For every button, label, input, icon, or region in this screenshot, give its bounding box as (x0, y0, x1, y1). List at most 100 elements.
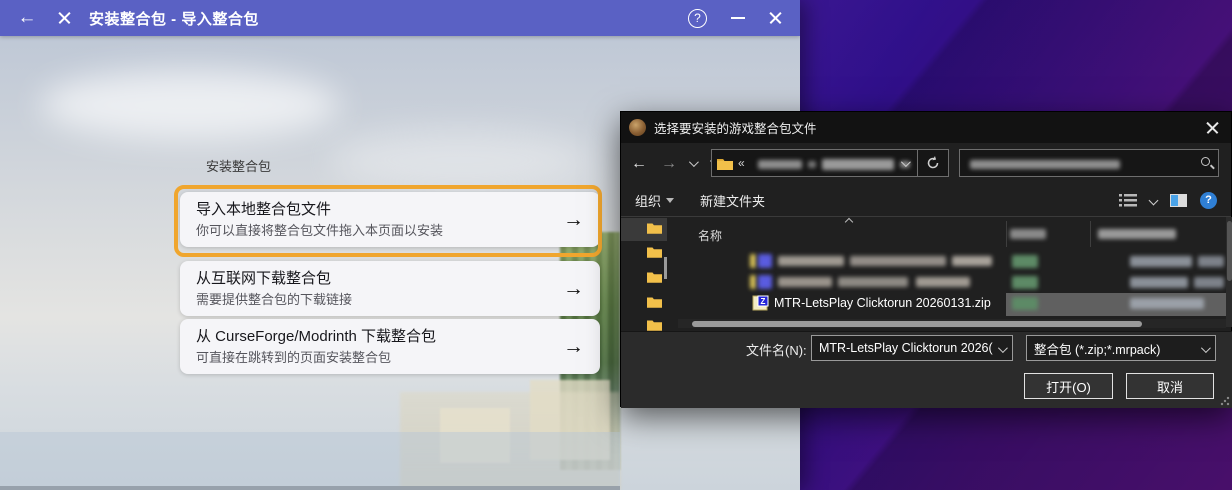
blurred-file-name (916, 277, 970, 287)
cancel-button[interactable]: 取消 (1126, 373, 1214, 399)
folder-icon[interactable] (647, 271, 662, 283)
dialog-title: 选择要安装的游戏整合包文件 (654, 118, 817, 137)
back-icon[interactable]: ← (14, 7, 40, 29)
folder-icon[interactable] (647, 319, 662, 331)
dialog-titlebar: 选择要安装的游戏整合包文件 (621, 112, 1231, 143)
blurred-file-meta (1130, 256, 1192, 267)
nav-back-icon[interactable]: ← (631, 155, 647, 173)
view-mode-chevron-icon[interactable] (1149, 195, 1159, 205)
cloud-decoration (330, 130, 590, 190)
blurred-file-icon (758, 275, 772, 289)
filetype-dropdown-chevron-icon[interactable] (1201, 343, 1211, 353)
folder-tree-sidebar[interactable] (621, 217, 678, 330)
blurred-file-meta (1012, 276, 1038, 289)
dialog-close-icon[interactable] (1205, 121, 1219, 135)
filename-value: MTR-LetsPlay Clicktorun 2026( (819, 341, 993, 355)
close-page-icon[interactable] (58, 12, 71, 25)
filetype-value: 整合包 (*.zip;*.mrpack) (1034, 339, 1160, 358)
blurred-file-name (778, 256, 844, 266)
blurred-search-text (970, 160, 1120, 169)
file-row[interactable]: zip A (678, 272, 1226, 293)
arrow-right-icon: → (563, 277, 584, 301)
blurred-path-segment (822, 159, 894, 170)
app-logo-icon (629, 119, 646, 136)
organize-button[interactable]: 组织 (635, 191, 674, 210)
blurred-file-name (838, 277, 908, 287)
nav-history-chevron-icon[interactable] (689, 157, 699, 167)
card-download-from-internet[interactable]: 从互联网下载整合包 需要提供整合包的下载链接 → (180, 261, 600, 316)
blurred-path-segment (808, 161, 816, 168)
preview-pane-icon[interactable] (1170, 194, 1187, 207)
blurred-file-meta (1012, 297, 1038, 310)
minimize-icon[interactable] (731, 17, 745, 19)
arrow-right-icon: → (563, 208, 584, 232)
filename-label: 文件名(N): (746, 340, 807, 359)
file-list-header: 名称 类型 (678, 217, 1226, 251)
organize-dropdown-icon (666, 198, 674, 203)
card-import-local-modpack[interactable]: 导入本地整合包文件 你可以直接将整合包文件拖入本页面以安装 → (180, 192, 600, 247)
zip-file-icon: Z (752, 295, 769, 311)
blurred-file-meta (1198, 256, 1224, 267)
tree-scrollbar[interactable] (664, 257, 667, 279)
list-horizontal-scrollbar[interactable] (678, 319, 1226, 328)
address-bar[interactable]: « (711, 149, 949, 177)
search-input[interactable] (959, 149, 1219, 177)
card-subtitle: 需要提供整合包的下载链接 (196, 290, 555, 309)
filename-input[interactable]: MTR-LetsPlay Clicktorun 2026( (811, 335, 1013, 361)
organize-label: 组织 (635, 191, 661, 210)
arrow-right-icon: → (563, 335, 584, 359)
view-mode-icon[interactable] (1119, 193, 1137, 207)
blurred-file-meta (1012, 255, 1038, 268)
svg-text:Z: Z (761, 297, 766, 306)
search-icon (1201, 157, 1210, 166)
column-name[interactable]: 名称 (698, 227, 722, 244)
nav-forward-icon[interactable]: → (661, 155, 677, 173)
resize-grip[interactable] (1220, 396, 1230, 406)
blurred-column-header[interactable] (1098, 229, 1176, 239)
blurred-file-name (952, 256, 992, 266)
card-subtitle: 你可以直接将整合包文件拖入本页面以安装 (196, 221, 555, 240)
list-vertical-scrollbar[interactable] (1226, 217, 1232, 327)
dialog-help-icon[interactable]: ? (1200, 192, 1217, 209)
file-row[interactable]: zip A (678, 251, 1226, 272)
sort-ascending-icon (845, 218, 853, 226)
launcher-titlebar: ← 安装整合包 - 导入整合包 ? (0, 0, 800, 36)
folder-icon (717, 157, 733, 170)
blurred-column-header[interactable] (1010, 229, 1046, 239)
blurred-file-meta (1130, 277, 1188, 288)
card-title: 从 CurseForge/Modrinth 下载整合包 (196, 326, 555, 348)
card-title: 从互联网下载整合包 (196, 268, 555, 290)
card-subtitle: 可直接在跳转到的页面安装整合包 (196, 348, 555, 367)
blurred-file-icon (750, 275, 756, 289)
blurred-file-name (850, 256, 946, 266)
blurred-file-meta (1130, 298, 1204, 309)
desktop: ← 安装整合包 - 导入整合包 ? 安装整合包 导入本地整合包文件 你可以直接将… (0, 0, 1232, 490)
file-row-selected[interactable]: Z MTR-LetsPlay Clicktorun 20260131.zip z… (678, 293, 1226, 314)
blurred-path-segment (758, 160, 802, 169)
new-folder-button[interactable]: 新建文件夹 (700, 191, 765, 210)
file-open-dialog: 选择要安装的游戏整合包文件 ← → ↑ « (620, 111, 1232, 407)
minecraft-water (0, 432, 620, 490)
dialog-bottom-panel: 文件名(N): MTR-LetsPlay Clicktorun 2026( 整合… (621, 331, 1232, 408)
dialog-navbar: ← → ↑ « (621, 143, 1231, 184)
section-label: 安装整合包 (206, 156, 271, 175)
file-name: MTR-LetsPlay Clicktorun 20260131.zip (774, 296, 991, 310)
help-icon[interactable]: ? (688, 9, 707, 28)
folder-icon[interactable] (647, 296, 662, 308)
blurred-file-meta (1194, 277, 1224, 288)
filetype-select[interactable]: 整合包 (*.zip;*.mrpack) (1026, 335, 1216, 361)
close-window-icon[interactable] (769, 12, 782, 25)
blurred-file-name (778, 277, 832, 287)
blurred-file-icon (750, 254, 756, 268)
refresh-icon[interactable] (926, 156, 940, 170)
folder-icon[interactable] (647, 222, 662, 234)
filename-dropdown-chevron-icon[interactable] (998, 343, 1008, 353)
dialog-toolbar: 组织 新建文件夹 ? (621, 184, 1231, 217)
minecraft-horizon (0, 486, 620, 490)
card-title: 导入本地整合包文件 (196, 199, 555, 221)
cloud-decoration (40, 70, 340, 140)
card-download-from-curseforge[interactable]: 从 CurseForge/Modrinth 下载整合包 可直接在跳转到的页面安装… (180, 319, 600, 374)
open-button[interactable]: 打开(O) (1024, 373, 1113, 399)
folder-icon[interactable] (647, 246, 662, 258)
launcher-title: 安装整合包 - 导入整合包 (89, 8, 259, 29)
